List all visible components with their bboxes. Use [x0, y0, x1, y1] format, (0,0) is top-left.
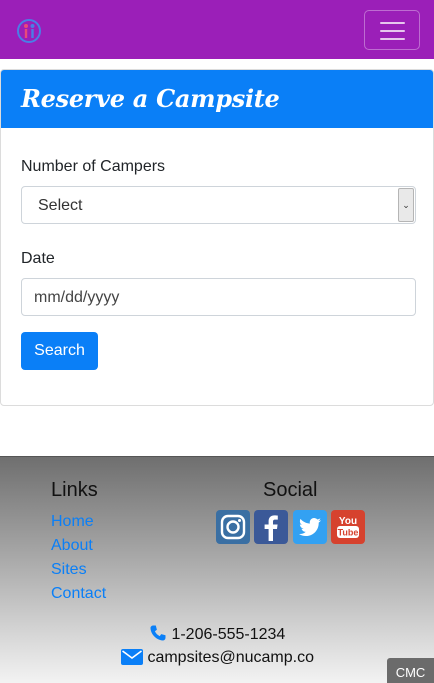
- links-heading: Links: [51, 479, 98, 501]
- nucamp-logo-icon[interactable]: [16, 18, 42, 44]
- page-title: Reserve a Campsite: [21, 84, 280, 113]
- date-label: Date: [21, 250, 55, 267]
- search-button[interactable]: Search: [21, 332, 98, 370]
- footer-link-about[interactable]: About: [51, 537, 93, 555]
- campers-select-value: Select: [38, 197, 83, 214]
- date-placeholder: mm/dd/yyyy: [34, 289, 120, 306]
- campers-label: Number of Campers: [21, 158, 166, 175]
- svg-text:You: You: [339, 516, 357, 527]
- footer-link-contact[interactable]: Contact: [51, 585, 106, 603]
- twitter-icon[interactable]: [293, 510, 327, 544]
- email-contact[interactable]: campsites@nucamp.co: [121, 649, 314, 667]
- campers-select[interactable]: Select ⌄: [21, 186, 416, 224]
- phone-icon: [149, 624, 167, 642]
- svg-text:Tube: Tube: [338, 528, 359, 538]
- email-address: campsites@nucamp.co: [147, 649, 314, 666]
- instagram-icon[interactable]: [216, 510, 250, 544]
- date-input[interactable]: mm/dd/yyyy: [21, 278, 416, 316]
- youtube-icon[interactable]: You Tube: [331, 510, 365, 544]
- social-heading: Social: [263, 479, 318, 501]
- footer: Links Home About Sites Contact Social Yo…: [0, 456, 434, 683]
- cmc-badge: CMC: [387, 658, 434, 683]
- footer-link-home[interactable]: Home: [51, 513, 94, 531]
- chevron-down-icon[interactable]: ⌄: [398, 188, 414, 222]
- envelope-icon: [121, 649, 143, 665]
- reserve-card: Reserve a Campsite Number of Campers Sel…: [0, 69, 434, 406]
- footer-link-sites[interactable]: Sites: [51, 561, 87, 579]
- navbar: [0, 0, 434, 59]
- facebook-icon[interactable]: [254, 510, 288, 544]
- phone-contact[interactable]: 1-206-555-1234: [149, 624, 285, 644]
- phone-number: 1-206-555-1234: [171, 626, 286, 643]
- hamburger-menu-icon[interactable]: [364, 10, 420, 50]
- card-header: Reserve a Campsite: [1, 70, 433, 128]
